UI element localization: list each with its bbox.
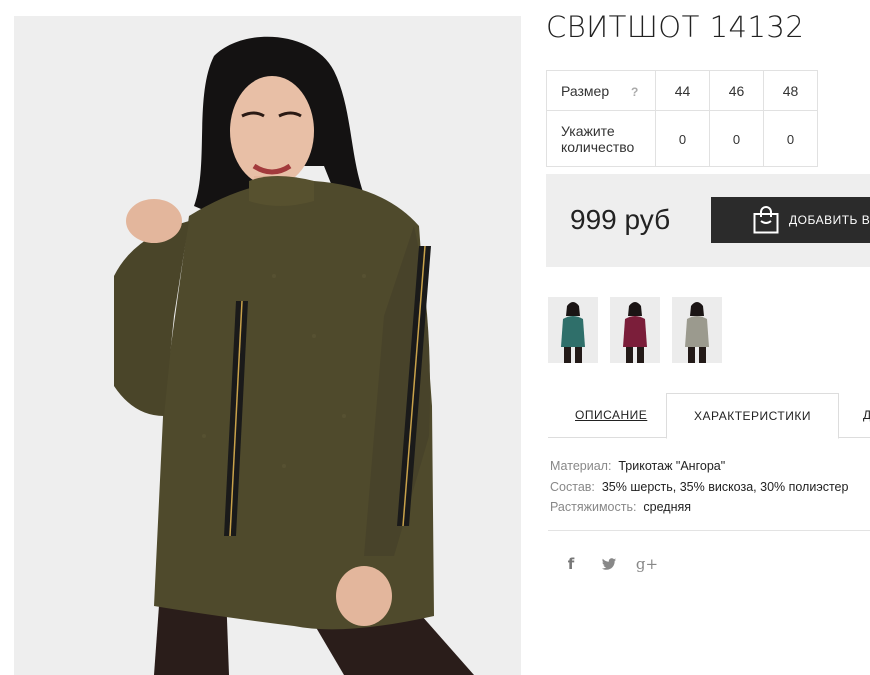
size-table: Размер ? 44 46 48 Укажите количество — [546, 70, 818, 167]
quantity-label: Укажите количество — [546, 110, 656, 167]
google-plus-icon[interactable]: g+ — [635, 555, 659, 573]
size-option-48: 48 — [763, 70, 818, 111]
spec-composition-value: 35% шерсть, 35% вискоза, 30% полиэстер — [601, 479, 849, 494]
spec-stretch-label: Растяжимость: — [550, 500, 637, 514]
quantity-input-44[interactable] — [667, 131, 698, 147]
add-to-cart-label: ДОБАВИТЬ В — [789, 213, 870, 227]
size-label: Размер — [561, 82, 610, 99]
spec-composition-row: Состав: 35% шерсть, 35% вискоза, 30% пол… — [550, 477, 848, 498]
tab-description[interactable]: ОПИСАНИЕ — [575, 393, 647, 438]
product-thumbnail-grey[interactable] — [672, 297, 722, 363]
color-thumbnails — [548, 297, 722, 363]
product-thumbnail-burgundy[interactable] — [610, 297, 660, 363]
buy-box: 999 руб ДОБАВИТЬ В — [546, 174, 870, 267]
tab-characteristics[interactable]: ХАРАКТЕРИСТИКИ — [666, 393, 839, 439]
spec-composition-label: Состав: — [550, 479, 595, 494]
spec-stretch-value: средняя — [643, 500, 692, 514]
spec-material-value: Трикотаж "Ангора" — [618, 459, 726, 473]
product-title: СВИТШОТ 14132 — [546, 10, 805, 44]
quantity-input-46[interactable] — [721, 131, 752, 147]
social-share: f g+ — [562, 555, 659, 573]
section-divider — [548, 530, 870, 531]
tab-delivery[interactable]: Д — [863, 393, 870, 438]
product-specs: Материал: Трикотаж "Ангора" Состав: 35% … — [550, 456, 848, 518]
facebook-glyph: f — [567, 555, 575, 573]
facebook-icon[interactable]: f — [562, 555, 580, 573]
twitter-icon[interactable] — [600, 555, 618, 573]
quantity-input-48[interactable] — [775, 131, 806, 147]
shopping-bag-icon — [753, 206, 779, 234]
spec-stretch-row: Растяжимость: средняя — [550, 497, 848, 518]
size-label-cell: Размер ? — [546, 70, 656, 111]
size-help-icon[interactable]: ? — [631, 85, 638, 99]
spec-material-label: Материал: — [550, 459, 612, 473]
product-photo[interactable] — [14, 16, 521, 675]
size-option-44: 44 — [655, 70, 710, 111]
model-illustration — [14, 16, 521, 675]
product-price: 999 руб — [570, 204, 671, 235]
product-tabs: ОПИСАНИЕ ХАРАКТЕРИСТИКИ Д — [548, 393, 870, 439]
size-option-46: 46 — [709, 70, 764, 111]
google-plus-glyph: g+ — [635, 555, 659, 573]
product-thumbnail-teal[interactable] — [548, 297, 598, 363]
spec-material-row: Материал: Трикотаж "Ангора" — [550, 456, 848, 477]
add-to-cart-button[interactable]: ДОБАВИТЬ В — [711, 197, 870, 243]
